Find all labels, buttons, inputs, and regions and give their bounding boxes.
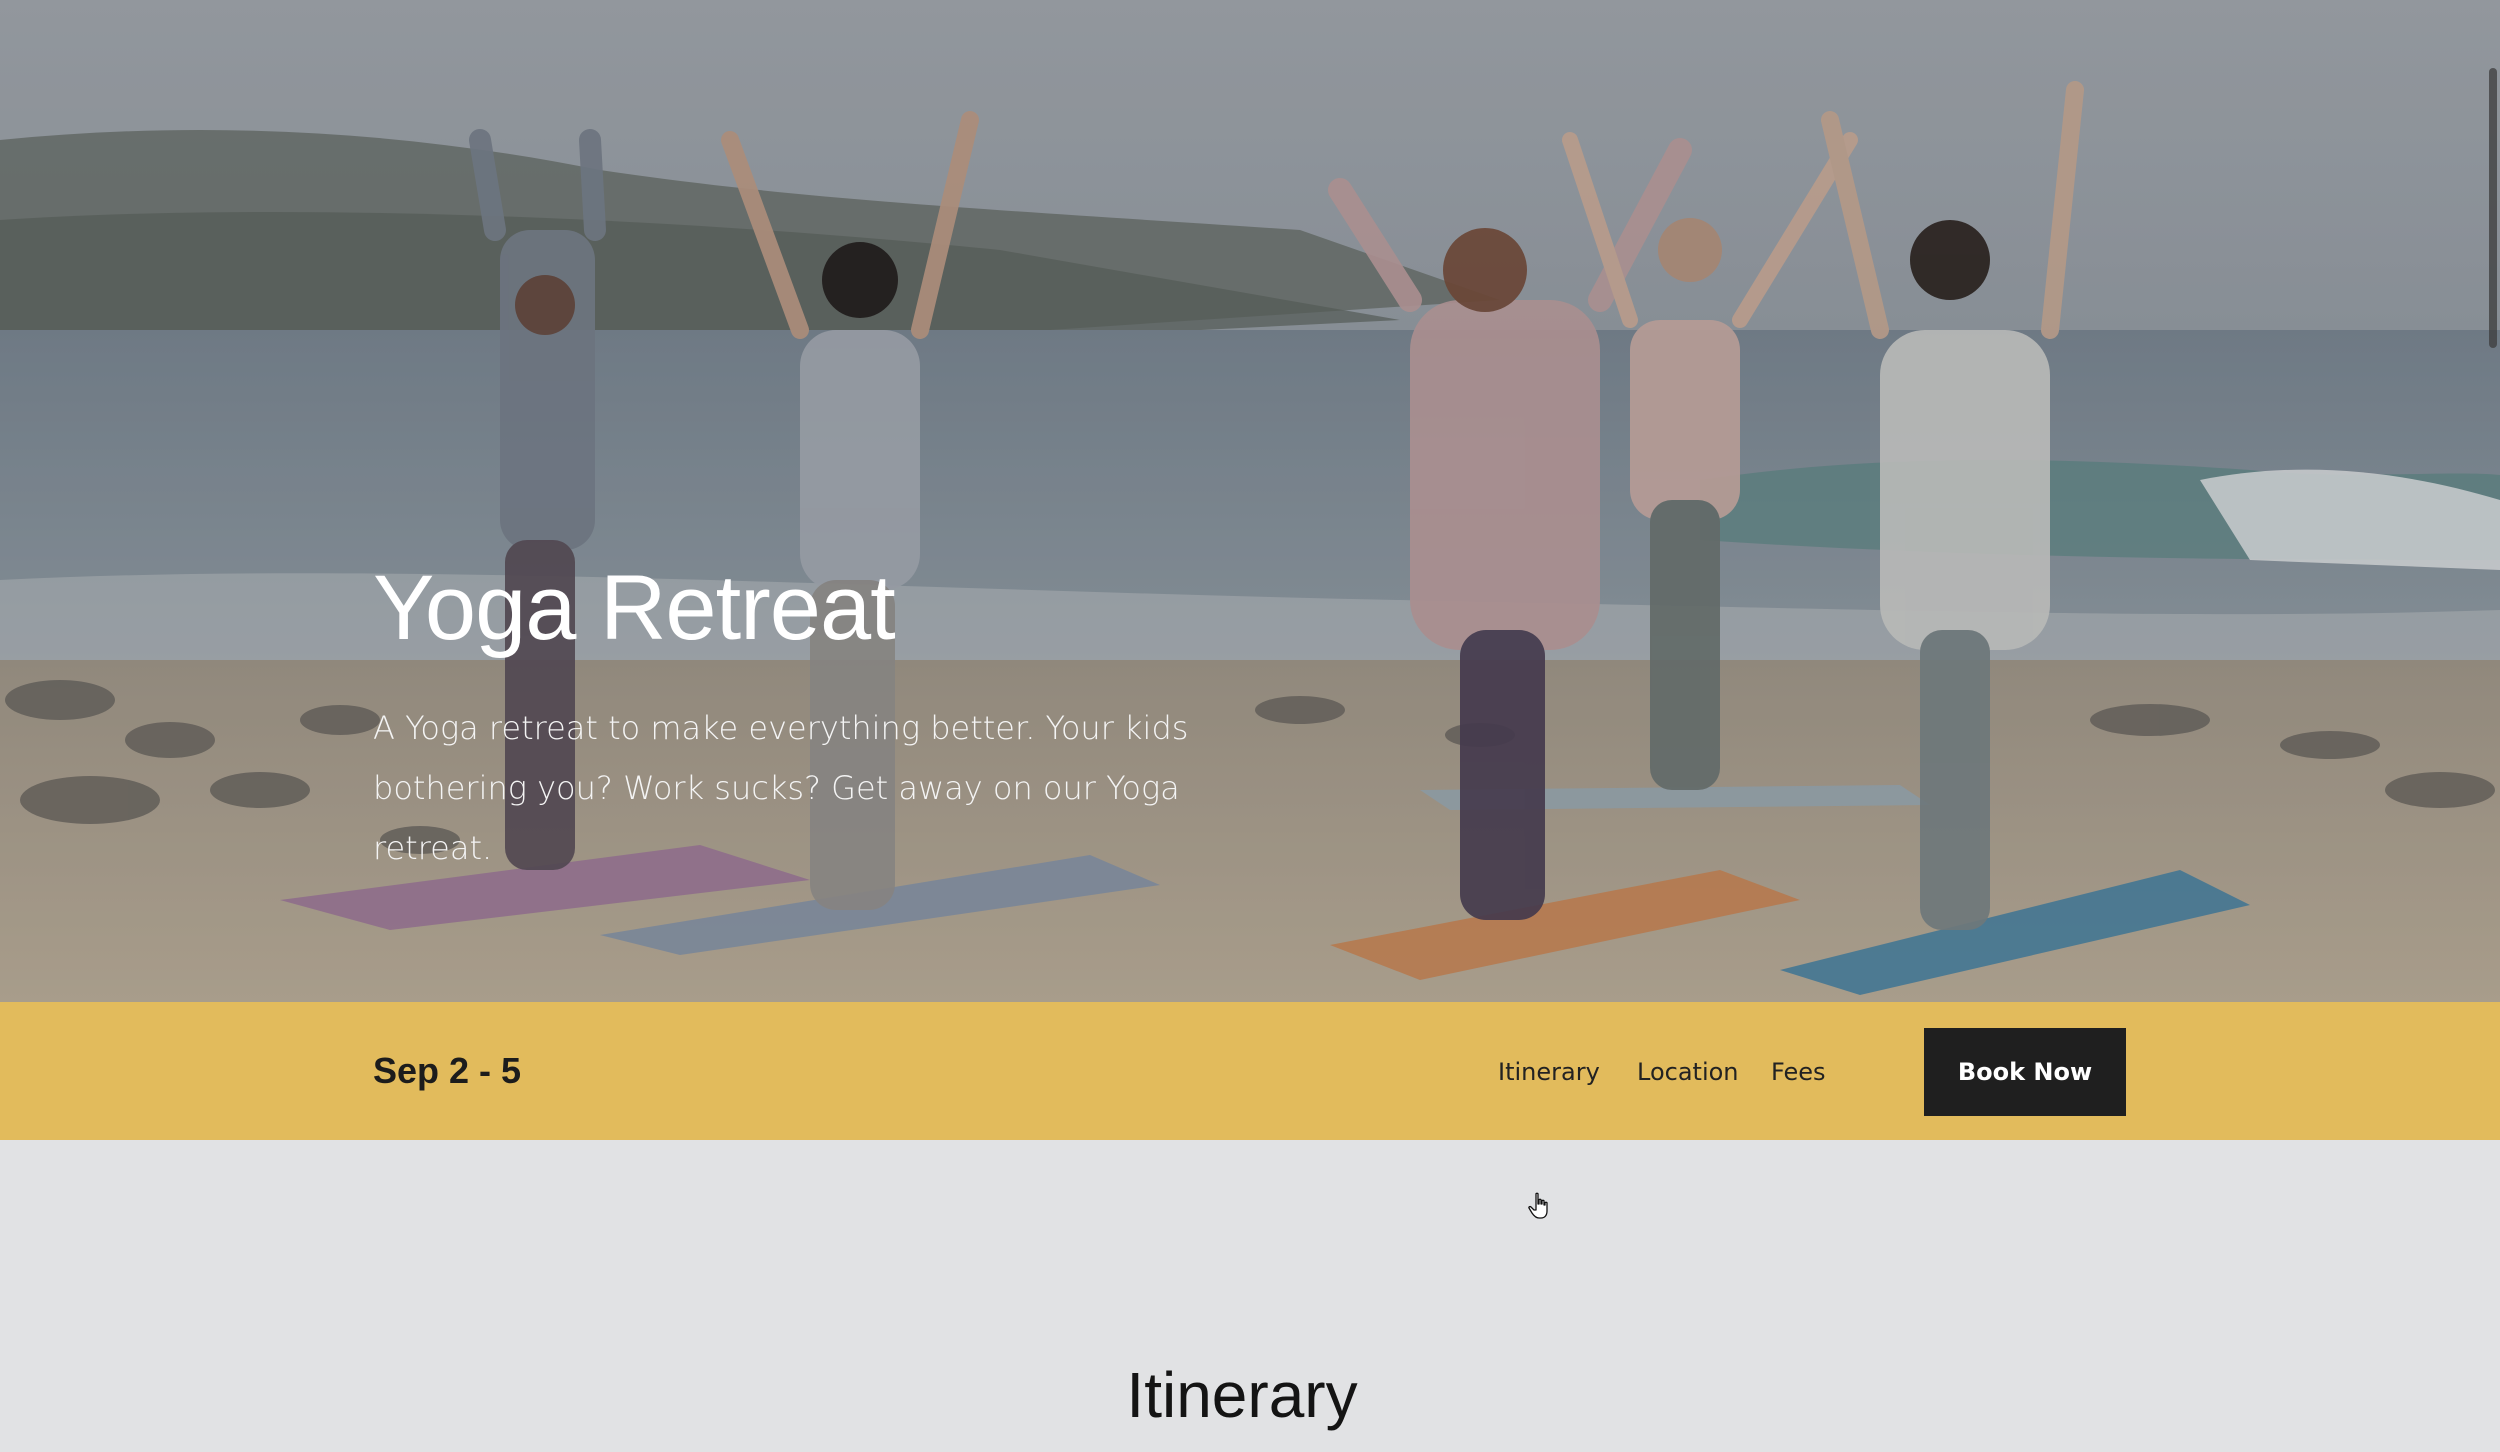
scrollbar[interactable]	[2486, 0, 2500, 1452]
hand-pointer-icon	[1528, 1192, 1548, 1219]
scrollbar-thumb[interactable]	[2489, 68, 2497, 348]
event-date: Sep 2 - 5	[373, 1050, 522, 1091]
hero-section: Yoga Retreat A Yoga retreat to make ever…	[0, 0, 2500, 1002]
nav-link-fees[interactable]: Fees	[1771, 1050, 1826, 1094]
hero-description: A Yoga retreat to make everything better…	[373, 709, 1189, 867]
nav-link-itinerary[interactable]: Itinerary	[1498, 1050, 1600, 1094]
nav-link-location[interactable]: Location	[1637, 1050, 1739, 1094]
book-now-button[interactable]: Book Now	[1924, 1028, 2126, 1116]
page: Yoga Retreat A Yoga retreat to make ever…	[0, 0, 2500, 1452]
itinerary-heading: Itinerary	[1126, 1359, 1358, 1431]
info-band: Sep 2 - 5 Itinerary Location Fees Book N…	[0, 1002, 2500, 1140]
hero-title: Yoga Retreat	[373, 557, 896, 659]
